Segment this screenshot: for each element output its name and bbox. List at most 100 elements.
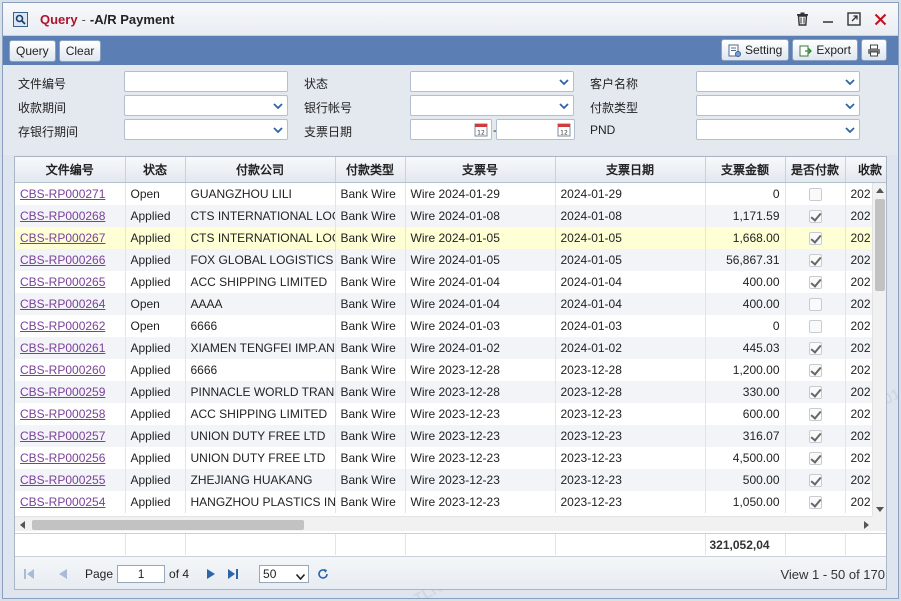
table-row[interactable]: CBS-RP000264 Open AAAA Bank Wire Wire 2024-0… — [15, 293, 873, 315]
customer-label: 客户名称 — [590, 77, 639, 91]
pnd-select[interactable] — [696, 119, 860, 140]
doc-no-input[interactable] — [124, 71, 288, 92]
chevron-down-icon — [842, 74, 857, 89]
doc-link[interactable]: CBS-RP000261 — [15, 337, 126, 359]
scroll-right-icon[interactable] — [859, 517, 873, 532]
doc-link[interactable]: CBS-RP000271 — [15, 183, 126, 205]
receipt-cell: 202 — [845, 491, 873, 513]
table-row[interactable]: CBS-RP000268AppliedCTS INTERNATIONAL LOG… — [15, 205, 873, 227]
print-button[interactable] — [861, 39, 887, 61]
vertical-scroll-thumb[interactable] — [875, 199, 885, 291]
doc-link[interactable]: CBS-RP000258 — [15, 403, 126, 425]
scroll-up-icon[interactable] — [873, 183, 886, 197]
table-row[interactable]: CBS-RP000260 Applied 6666 Bank Wire Wire 202… — [15, 359, 873, 381]
paid-checkbox[interactable] — [808, 342, 822, 356]
doc-link[interactable]: CBS-RP000268 — [15, 205, 126, 227]
doc-link[interactable]: CBS-RP000257 — [15, 425, 126, 447]
table-row[interactable]: CBS-RP000256 Applied UNION DUTY FREE LTD Ba… — [15, 447, 873, 469]
payment-type-cell: Bank Wire — [335, 183, 406, 205]
first-page-icon[interactable] — [21, 566, 37, 582]
paid-checkbox[interactable] — [808, 386, 822, 400]
column-header[interactable]: 付款类型 — [335, 157, 406, 183]
table-row[interactable]: CBS-RP000266 Applied FOX GLOBAL LOGISTICS B… — [15, 249, 873, 271]
check-date-from-input[interactable]: 12 — [410, 119, 492, 140]
table-row[interactable]: CBS-RP000265 Applied ACC SHIPPING LIMITED B… — [15, 271, 873, 293]
scroll-down-icon[interactable] — [873, 502, 886, 516]
maximize-icon[interactable] — [846, 11, 862, 27]
page-number-input[interactable]: 1 — [117, 565, 166, 583]
paid-checkbox[interactable] — [808, 188, 822, 202]
query-button[interactable]: Query — [9, 39, 56, 62]
column-header[interactable]: 支票号 — [405, 157, 556, 183]
table-row[interactable]: CBS-RP000255 Applied ZHEJIANG HUAKANG Bank … — [15, 469, 873, 491]
column-header[interactable]: 支票日期 — [555, 157, 706, 183]
column-header[interactable]: 收款 — [845, 157, 886, 183]
payment-type-select[interactable] — [696, 95, 860, 116]
paid-checkbox[interactable] — [808, 276, 822, 290]
export-icon — [799, 44, 813, 57]
column-header[interactable]: 是否付款 — [785, 157, 846, 183]
table-row[interactable]: CBS-RP000254AppliedHANGZHOU PLASTICS IND… — [15, 491, 873, 513]
paid-checkbox[interactable] — [808, 430, 822, 444]
table-row[interactable]: CBS-RP000262 Open 6666 Bank Wire Wire 2024-0… — [15, 315, 873, 337]
check-date-to-input[interactable]: 12 — [496, 119, 575, 140]
page-size-select[interactable]: 50 — [259, 565, 310, 583]
table-row[interactable]: CBS-RP000261 Applied XIAMEN TENGFEI IMP.AN… — [15, 337, 873, 359]
deposit-period-select[interactable] — [124, 119, 288, 140]
prev-page-icon[interactable] — [55, 566, 71, 582]
receipt-period-select[interactable] — [124, 95, 288, 116]
paid-checkbox[interactable] — [808, 298, 822, 312]
doc-link[interactable]: CBS-RP000267 — [15, 227, 126, 249]
doc-link[interactable]: CBS-RP000260 — [15, 359, 126, 381]
clear-button[interactable]: Clear — [58, 39, 102, 62]
refresh-icon[interactable] — [315, 566, 331, 582]
vertical-scrollbar[interactable] — [872, 183, 886, 516]
table-row[interactable]: CBS-RP000271 Open GUANGZHOU LILI Bank Wire W… — [15, 183, 873, 205]
table-row[interactable]: CBS-RP000259AppliedPINNACLE WORLD TRANSP… — [15, 381, 873, 403]
next-page-icon[interactable] — [203, 566, 219, 582]
calendar-icon[interactable]: 12 — [557, 122, 571, 137]
calendar-icon[interactable]: 12 — [474, 122, 488, 137]
doc-link[interactable]: CBS-RP000255 — [15, 469, 126, 491]
printer-icon — [867, 44, 881, 57]
check-no-cell: Wire 2024-01-04 — [405, 293, 556, 315]
paid-checkbox[interactable] — [808, 364, 822, 378]
doc-link[interactable]: CBS-RP000256 — [15, 447, 126, 469]
table-row[interactable]: CBS-RP000258 Applied ACC SHIPPING LIMITED B… — [15, 403, 873, 425]
paid-checkbox[interactable] — [808, 320, 822, 334]
column-header[interactable]: 状态 — [125, 157, 186, 183]
company-cell: GUANGZHOU LILI — [185, 183, 336, 205]
column-header[interactable]: 文件编号 — [15, 157, 126, 183]
doc-link[interactable]: CBS-RP000265 — [15, 271, 126, 293]
status-select[interactable] — [410, 71, 574, 92]
scroll-left-icon[interactable] — [15, 517, 29, 532]
paid-checkbox[interactable] — [808, 210, 822, 224]
table-row[interactable]: CBS-RP000257 Applied UNION DUTY FREE LTD Ba… — [15, 425, 873, 447]
doc-link[interactable]: CBS-RP000264 — [15, 293, 126, 315]
paid-checkbox[interactable] — [808, 232, 822, 246]
close-icon[interactable] — [872, 11, 888, 27]
doc-link[interactable]: CBS-RP000262 — [15, 315, 126, 337]
table-row[interactable]: CBS-RP000267AppliedCTS INTERNATIONAL LOG… — [15, 227, 873, 249]
horizontal-scroll-thumb[interactable] — [32, 520, 304, 530]
export-button[interactable]: Export — [792, 39, 858, 61]
customer-select[interactable] — [696, 71, 860, 92]
paid-checkbox[interactable] — [808, 496, 822, 510]
column-header[interactable]: 付款公司 — [185, 157, 336, 183]
column-header[interactable]: 支票金额 — [705, 157, 786, 183]
setting-button[interactable]: Setting — [720, 39, 790, 61]
paid-checkbox[interactable] — [808, 474, 822, 488]
doc-link[interactable]: CBS-RP000254 — [15, 491, 126, 513]
export-label: Export — [816, 43, 851, 57]
last-page-icon[interactable] — [225, 566, 241, 582]
minimize-icon[interactable] — [820, 11, 836, 27]
horizontal-scrollbar[interactable] — [15, 516, 873, 531]
paid-checkbox[interactable] — [808, 408, 822, 422]
company-cell: AAAA — [185, 293, 336, 315]
paid-checkbox[interactable] — [808, 452, 822, 466]
trash-icon[interactable] — [794, 11, 810, 27]
paid-checkbox[interactable] — [808, 254, 822, 268]
bank-account-select[interactable] — [410, 95, 574, 116]
doc-link[interactable]: CBS-RP000259 — [15, 381, 126, 403]
doc-link[interactable]: CBS-RP000266 — [15, 249, 126, 271]
